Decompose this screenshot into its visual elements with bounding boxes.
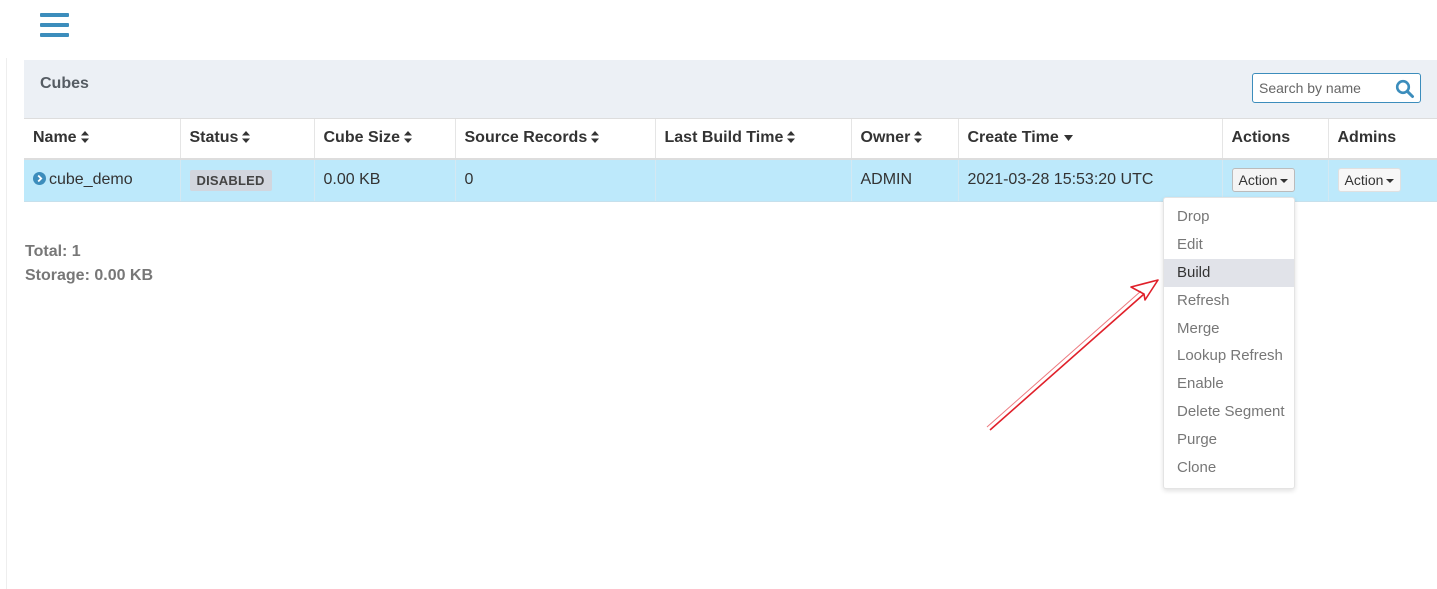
caret-down-icon: [1386, 179, 1395, 184]
cubes-table: Name Status Cube Size Source Records Las…: [24, 118, 1437, 202]
menu-item-merge[interactable]: Merge: [1164, 315, 1294, 343]
cell-admins: Action: [1327, 158, 1437, 202]
column-header-create-time[interactable]: Create Time: [957, 118, 1222, 160]
search-input[interactable]: [1259, 77, 1389, 99]
storage-total: Storage: 0.00 KB: [25, 267, 154, 284]
menu-item-delete-segment[interactable]: Delete Segment: [1164, 398, 1294, 426]
status-badge: DISABLED: [189, 169, 272, 191]
cell-name: cube_demo: [24, 158, 180, 202]
cell-status: DISABLED: [179, 158, 314, 202]
hamburger-menu-icon[interactable]: [40, 13, 69, 37]
menu-item-lookup-refresh[interactable]: Lookup Refresh: [1164, 342, 1294, 370]
column-header-cube-size[interactable]: Cube Size: [313, 118, 455, 160]
column-header-last-build-time[interactable]: Last Build Time: [654, 118, 851, 160]
column-header-admins: Admins: [1327, 118, 1437, 160]
column-header-source-records[interactable]: Source Records: [454, 118, 655, 160]
table-row[interactable]: cube_demo DISABLED 0.00 KB 0 ADMIN 2021-…: [24, 158, 1437, 202]
actions-dropdown-button[interactable]: Action: [1231, 168, 1296, 193]
total-count: Total: 1: [25, 243, 81, 260]
top-bar: [0, 0, 1437, 58]
menu-item-edit[interactable]: Edit: [1164, 231, 1294, 259]
sort-desc-icon[interactable]: [1063, 135, 1073, 142]
sort-both-icon[interactable]: [242, 131, 251, 144]
search-icon[interactable]: [1395, 79, 1415, 99]
sort-both-icon[interactable]: [403, 131, 412, 144]
sort-both-icon[interactable]: [914, 131, 923, 144]
chevron-right-circle-icon[interactable]: [33, 172, 46, 186]
menu-item-build[interactable]: Build: [1164, 258, 1294, 287]
search-box[interactable]: [1252, 73, 1421, 103]
cell-last-build-time: [654, 158, 851, 202]
menu-item-purge[interactable]: Purge: [1164, 426, 1294, 454]
cubes-panel-header: Cubes: [24, 60, 1437, 118]
cube-name[interactable]: cube_demo: [49, 171, 133, 188]
menu-item-refresh[interactable]: Refresh: [1164, 287, 1294, 315]
menu-item-clone[interactable]: Clone: [1164, 454, 1294, 482]
cell-owner: ADMIN: [850, 158, 958, 202]
sort-both-icon[interactable]: [787, 131, 796, 144]
column-header-name[interactable]: Name: [24, 118, 180, 160]
summary: Total: 1 Storage: 0.00 KB: [25, 240, 153, 288]
menu-item-drop[interactable]: Drop: [1164, 203, 1294, 231]
sidebar-divider: [6, 58, 7, 589]
column-header-owner[interactable]: Owner: [850, 118, 958, 160]
panel-title: Cubes: [40, 75, 89, 92]
action-dropdown-menu: Drop Edit Build Refresh Merge Lookup Ref…: [1163, 197, 1295, 489]
sort-both-icon[interactable]: [591, 131, 600, 144]
cell-actions: Action: [1221, 158, 1328, 202]
cell-create-time: 2021-03-28 15:53:20 UTC: [957, 158, 1222, 202]
cell-cube-size: 0.00 KB: [313, 158, 455, 202]
admins-dropdown-button[interactable]: Action: [1337, 168, 1402, 193]
menu-item-enable[interactable]: Enable: [1164, 370, 1294, 398]
column-header-actions: Actions: [1221, 118, 1328, 160]
table-header-row: Name Status Cube Size Source Records Las…: [24, 118, 1437, 160]
column-header-status[interactable]: Status: [179, 118, 314, 160]
caret-down-icon: [1280, 179, 1289, 184]
sort-both-icon[interactable]: [80, 131, 89, 144]
cell-source-records: 0: [454, 158, 655, 202]
